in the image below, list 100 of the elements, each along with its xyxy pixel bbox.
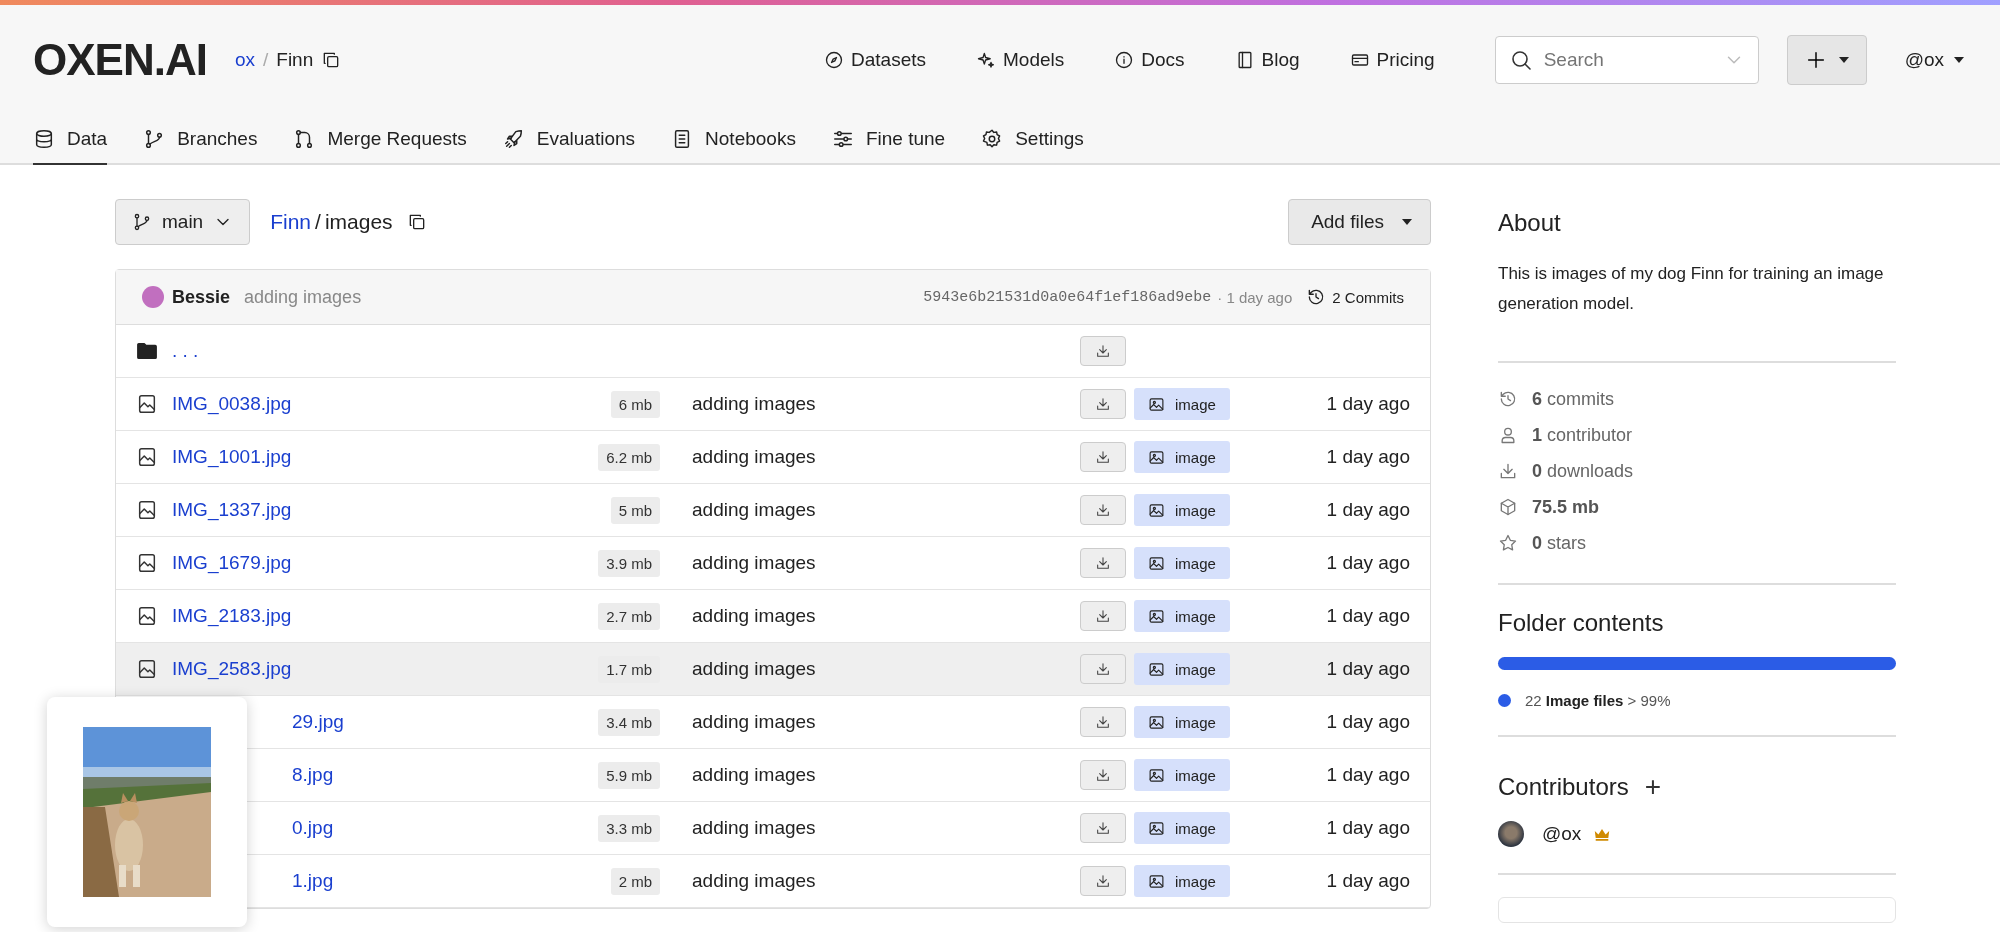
avatar — [142, 286, 164, 308]
file-row[interactable]: IMG_1337.jpg 5 mb adding images image 1 day ago — [116, 484, 1430, 537]
file-link[interactable]: IMG_1337.jpg — [172, 499, 292, 521]
file-link[interactable]: 8.jpg — [292, 764, 334, 786]
file-row[interactable]: . . . — [116, 325, 1430, 378]
avatar — [1498, 821, 1524, 847]
file-type-tag: image — [1134, 865, 1230, 897]
download-icon — [1095, 396, 1111, 412]
file-row[interactable]: IMG_1679.jpg 3.9 mb adding images image 1 day ago — [116, 537, 1430, 590]
file-link[interactable]: 29.jpg — [292, 711, 344, 733]
download-icon — [1095, 661, 1111, 677]
file-type-tag: image — [1134, 759, 1230, 791]
commit-message: adding images — [692, 764, 816, 785]
file-type-tag: image — [1134, 441, 1230, 473]
tab[interactable]: Data — [33, 115, 108, 165]
download-button[interactable] — [1080, 389, 1126, 419]
image-file-icon — [136, 446, 158, 468]
stat-text: 0 stars — [1532, 532, 1587, 554]
search-field[interactable]: Search — [1494, 36, 1759, 84]
file-type-tag: image — [1134, 653, 1230, 685]
file-row[interactable]: IMG_2583.jpg 1.7 mb adding images image 1 day ago — [116, 643, 1430, 696]
modified-time: 1 day ago — [1326, 605, 1410, 626]
image-icon — [1148, 713, 1165, 731]
file-link[interactable]: IMG_1001.jpg — [172, 446, 292, 468]
star-icon — [1498, 533, 1518, 553]
file-size: 6.2 mb — [598, 443, 660, 471]
commits-link[interactable]: 2 Commits — [1306, 287, 1404, 307]
section-title: Contributors — [1498, 773, 1629, 801]
download-button[interactable] — [1080, 707, 1126, 737]
modified-time: 1 day ago — [1326, 711, 1410, 732]
modified-time: 1 day ago — [1326, 446, 1410, 467]
modified-time: 1 day ago — [1326, 499, 1410, 520]
commit-message: adding images — [692, 870, 816, 891]
download-button[interactable] — [1080, 548, 1126, 578]
parent-folder-link[interactable]: . . . — [172, 340, 199, 362]
commit-message: adding images — [692, 711, 816, 732]
stat-text: 1 contributor — [1532, 424, 1633, 446]
file-link[interactable]: IMG_0038.jpg — [172, 393, 292, 415]
database-icon — [33, 128, 55, 150]
nav-link[interactable]: Docs — [1114, 49, 1185, 71]
file-link[interactable]: 0.jpg — [292, 817, 334, 839]
download-button[interactable] — [1080, 442, 1126, 472]
tab[interactable]: Settings — [981, 115, 1084, 165]
add-contributor-button[interactable]: + — [1640, 771, 1666, 803]
file-row[interactable]: IMG_0038.jpg 6 mb adding images image 1 day ago — [116, 378, 1430, 431]
caret-icon — [1954, 57, 1964, 63]
download-button[interactable] — [1080, 601, 1126, 631]
commit-time: · 1 day ago — [1217, 288, 1293, 306]
image-icon — [1148, 607, 1165, 625]
commit-message: adding images — [692, 499, 816, 520]
nav-link[interactable]: Blog — [1234, 49, 1300, 71]
tab[interactable]: Notebooks — [671, 115, 796, 165]
download-button[interactable] — [1080, 866, 1126, 896]
contributor-link[interactable]: @ox — [1542, 823, 1582, 845]
download-icon — [1095, 767, 1111, 783]
repo-link[interactable]: Finn — [270, 210, 312, 234]
commit-hash[interactable]: 5943e6b21531d0a0e64f1ef186ad9ebe — [923, 288, 1212, 306]
file-link[interactable]: IMG_2583.jpg — [172, 658, 292, 680]
download-icon — [1498, 461, 1518, 481]
branch-selector[interactable]: main — [115, 199, 251, 245]
compass-icon — [824, 50, 844, 70]
file-link[interactable]: IMG_2183.jpg — [172, 605, 292, 627]
download-button[interactable] — [1080, 760, 1126, 790]
image-icon — [1148, 395, 1165, 413]
download-icon — [1095, 820, 1111, 836]
download-button[interactable] — [1080, 813, 1126, 843]
modified-time: 1 day ago — [1326, 658, 1410, 679]
download-icon — [1095, 343, 1111, 359]
user-menu[interactable]: @ox — [1898, 48, 1970, 72]
section-title: Folder contents — [1498, 609, 1665, 637]
file-link[interactable]: 1.jpg — [292, 870, 334, 892]
download-button[interactable] — [1080, 654, 1126, 684]
logo[interactable]: OXEN.AI — [33, 35, 207, 85]
file-link[interactable]: IMG_1679.jpg — [172, 552, 292, 574]
owner-link[interactable]: ox — [234, 49, 255, 71]
tab[interactable]: Merge Requests — [293, 115, 467, 165]
file-row[interactable]: IMG_1001.jpg 6.2 mb adding images image 1 day ago — [116, 431, 1430, 484]
nav-link[interactable]: Pricing — [1349, 49, 1435, 71]
commit-message: adding images — [692, 605, 816, 626]
image-file-icon — [136, 499, 158, 521]
caret-icon — [1402, 219, 1412, 225]
image-icon — [1148, 660, 1165, 678]
tab[interactable]: Branches — [143, 115, 258, 165]
nav-link[interactable]: Models — [976, 49, 1065, 71]
add-files-button[interactable]: Add files — [1288, 199, 1431, 245]
nav-link[interactable]: Datasets — [824, 49, 926, 71]
download-icon — [1095, 714, 1111, 730]
download-button[interactable] — [1080, 495, 1126, 525]
commit-message: adding images — [692, 393, 816, 414]
tab[interactable]: Fine tune — [831, 115, 946, 165]
download-icon — [1095, 873, 1111, 889]
image-file-icon — [136, 552, 158, 574]
new-button[interactable] — [1786, 35, 1867, 85]
image-file-icon — [136, 658, 158, 680]
tab[interactable]: Evaluations — [502, 115, 636, 165]
download-button[interactable] — [1080, 336, 1126, 366]
modified-time: 1 day ago — [1326, 552, 1410, 573]
file-size: 3.4 mb — [598, 708, 660, 736]
stat-text: 75.5 mb — [1532, 496, 1600, 518]
commit-message: adding images — [692, 446, 816, 467]
